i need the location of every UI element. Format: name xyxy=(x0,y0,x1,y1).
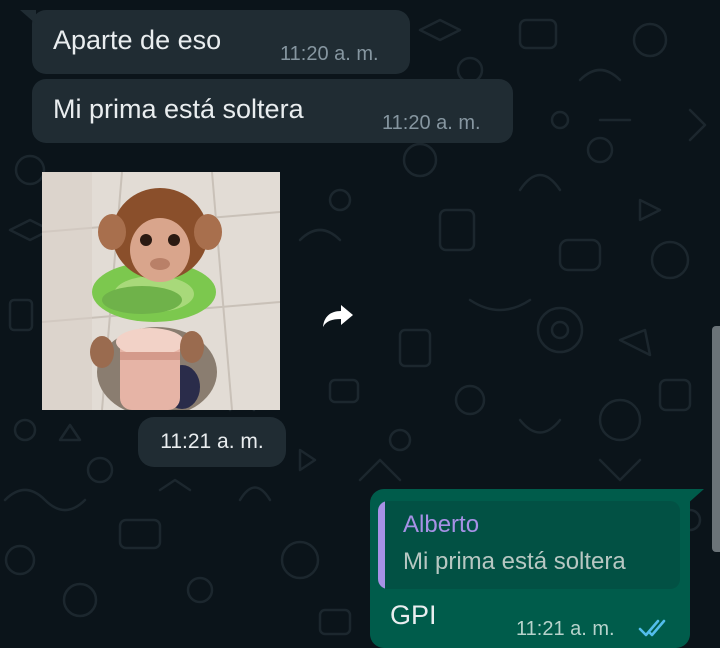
bubble-tail xyxy=(686,489,704,505)
message-time: 11:21 a. m. xyxy=(516,618,615,640)
incoming-message-bubble[interactable]: Aparte de eso 11:20 a. m. xyxy=(32,10,410,74)
scrollbar-thumb[interactable] xyxy=(712,326,720,552)
reply-quote[interactable]: Alberto Mi prima está soltera xyxy=(378,501,680,589)
monkey-sticker-image xyxy=(42,172,280,410)
baby-monkey-sticker[interactable] xyxy=(42,172,280,410)
bubble-tail xyxy=(20,10,36,24)
double-check-read-icon xyxy=(638,619,666,637)
chat-conversation: Aparte de eso 11:20 a. m. Mi prima está … xyxy=(0,0,720,648)
quote-accent-bar xyxy=(378,501,385,589)
message-text: Aparte de eso xyxy=(53,25,222,55)
message-text: Mi prima está soltera xyxy=(53,94,304,124)
message-time: 11:21 a. m. xyxy=(160,430,264,453)
quote-text: Mi prima está soltera xyxy=(403,548,626,575)
forward-arrow-icon xyxy=(323,305,353,327)
message-text: GPI xyxy=(390,600,437,630)
incoming-message-bubble[interactable]: Mi prima está soltera 11:20 a. m. xyxy=(32,79,513,143)
sticker-time-badge: 11:21 a. m. xyxy=(138,417,286,467)
forward-button[interactable] xyxy=(314,292,362,340)
quote-author: Alberto xyxy=(403,511,480,538)
message-time: 11:20 a. m. xyxy=(280,43,379,65)
message-time: 11:20 a. m. xyxy=(382,112,481,134)
